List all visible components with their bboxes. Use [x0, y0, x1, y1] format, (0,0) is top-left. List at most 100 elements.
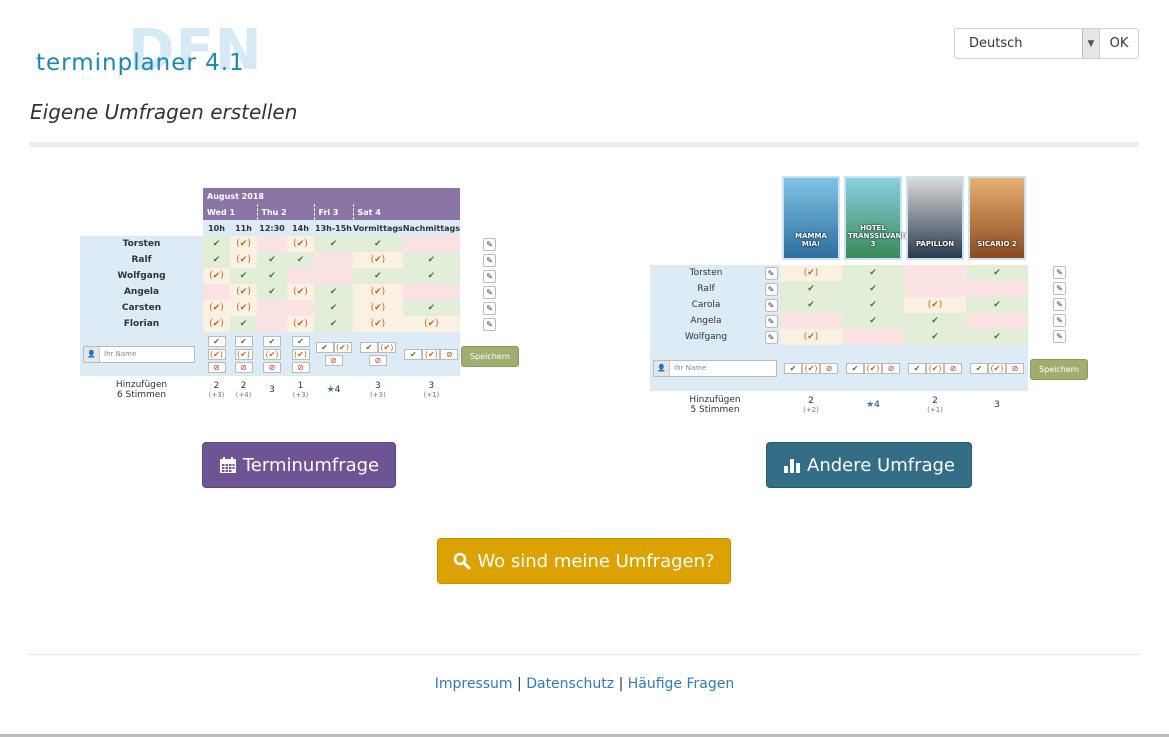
day-header: Thu 2 — [256, 204, 314, 220]
no-option[interactable]: ⊘ — [944, 362, 962, 374]
vote-cell: ✔ — [257, 268, 287, 284]
yes-option[interactable]: ✔ — [207, 335, 226, 347]
maybe-option[interactable]: (✔) — [422, 348, 441, 360]
maybe-option[interactable]: (✔) — [263, 348, 281, 360]
new-entry-row: 👤 Ihr Name ✔(✔)⊘ ✔(✔)⊘ ✔(✔)⊘ ✔(✔)⊘ ✔ (✔)⊘ ✔ (✔)⊘ ✔… — [80, 332, 460, 376]
column-sum: 3 (+1) — [403, 376, 460, 400]
vote-cell: (✔) — [353, 300, 403, 316]
participant-row: Torsten ✔ (✔) (✔) ✔ ✔ — [80, 236, 460, 252]
maybe-option[interactable]: (✔) — [988, 362, 1006, 374]
participant-name: Carola — [650, 297, 762, 313]
sum-value: 3 — [966, 400, 1028, 410]
sum-number: 3 — [428, 381, 435, 391]
edit-icon[interactable]: ✎ — [1053, 298, 1066, 311]
vote-cell: ✔ — [314, 236, 353, 252]
edit-icon[interactable]: ✎ — [764, 298, 778, 312]
language-select[interactable]: Deutsch ▼ — [954, 28, 1100, 59]
yes-option[interactable]: ✔ — [291, 335, 310, 347]
add-label: Hinzufügen 5 Stimmen — [650, 391, 780, 415]
participant-name: Florian — [80, 316, 203, 332]
logo[interactable]: DFN terminplaner 4.1 — [36, 18, 262, 83]
no-option[interactable]: ⊘ — [291, 361, 310, 373]
yes-option[interactable]: ✔ — [315, 342, 334, 353]
maybe-option[interactable]: (✔) — [234, 348, 253, 360]
no-option[interactable]: ⊘ — [882, 362, 900, 374]
maybe-option[interactable]: (✔) — [333, 342, 352, 353]
yes-option[interactable]: ✔ — [404, 348, 423, 360]
sum-value: 2 — [203, 381, 230, 391]
no-option[interactable]: ⊘ — [263, 361, 281, 373]
page-title: Eigene Umfragen erstellen — [30, 100, 298, 124]
terminumfrage-button[interactable]: Terminumfrage — [202, 442, 396, 488]
edit-icon[interactable]: ✎ — [1053, 330, 1066, 343]
speichern-button[interactable]: Speichern — [461, 346, 519, 367]
no-option[interactable]: ⊘ — [440, 348, 459, 360]
datenschutz-link[interactable]: Datenschutz — [526, 676, 614, 692]
yes-option[interactable]: ✔ — [784, 362, 802, 374]
maybe-option[interactable]: (✔) — [207, 348, 226, 360]
edit-icon[interactable]: ✎ — [483, 254, 496, 267]
yes-option[interactable]: ✔ — [908, 362, 926, 374]
haeufige-fragen-link[interactable]: Häufige Fragen — [628, 676, 735, 692]
vote-cell: ✔ — [353, 236, 403, 252]
maybe-option[interactable]: (✔) — [802, 362, 820, 374]
participant-name: Angela — [650, 313, 762, 329]
vote-cell: (✔) — [287, 284, 314, 300]
maybe-option[interactable]: (✔) — [864, 362, 882, 374]
grid-day-row: Wed 1 Thu 2 Fri 3 Sat 4 — [80, 204, 460, 220]
name-input-cell: 👤 Ihr Name — [650, 345, 780, 391]
no-option[interactable]: ⊘ — [324, 355, 343, 366]
edit-icon[interactable]: ✎ — [1053, 266, 1066, 279]
sum-value: 2 — [230, 381, 257, 391]
andere-umfrage-button[interactable]: Andere Umfrage — [766, 442, 972, 488]
chevron-down-icon[interactable]: ▼ — [1082, 29, 1099, 58]
vote-cell — [314, 252, 353, 268]
edit-icon[interactable]: ✎ — [1053, 314, 1066, 327]
participant-row: Wolfgang (✔) ✔ ✔ ✔ ✔ — [80, 268, 460, 284]
maybe-option[interactable]: (✔) — [377, 342, 396, 353]
edit-icon[interactable]: ✎ — [764, 330, 778, 344]
edit-icon[interactable]: ✎ — [1053, 282, 1066, 295]
vote-options: ✔(✔) ⊘ — [353, 332, 403, 376]
yes-option[interactable]: ✔ — [263, 335, 281, 347]
no-option[interactable]: ⊘ — [1006, 362, 1024, 374]
yes-option[interactable]: ✔ — [846, 362, 864, 374]
name-input[interactable]: 👤 Ihr Name — [83, 345, 195, 363]
language-ok-button[interactable]: OK — [1100, 28, 1139, 59]
maybe-option[interactable]: (✔) — [291, 348, 310, 360]
edit-icon[interactable]: ✎ — [483, 286, 496, 299]
yes-option[interactable]: ✔ — [359, 342, 378, 353]
edit-icon[interactable]: ✎ — [483, 238, 496, 251]
user-icon: 👤 — [84, 346, 100, 362]
participant-row: Ralf ✎ ✔ ✔ — [650, 281, 1028, 297]
sum-number: 2 — [932, 396, 938, 406]
vote-cell: ✔ — [966, 297, 1028, 313]
grid-corner — [80, 188, 203, 204]
no-option[interactable]: ⊘ — [234, 361, 253, 373]
no-option[interactable]: ⊘ — [368, 355, 387, 366]
sum-value: 3 — [403, 381, 460, 391]
edit-icon[interactable]: ✎ — [483, 270, 496, 283]
edit-icon[interactable]: ✎ — [483, 302, 496, 315]
yes-option[interactable]: ✔ — [970, 362, 988, 374]
wo-sind-meine-umfragen-button[interactable]: Wo sind meine Umfragen? — [437, 538, 731, 584]
grid-header-row: August 2018 — [80, 188, 460, 204]
participant-name: Torsten — [80, 236, 203, 252]
maybe-option[interactable]: (✔) — [926, 362, 944, 374]
edit-icon[interactable]: ✎ — [764, 314, 778, 328]
name-placeholder: Ihr Name — [104, 350, 137, 358]
termin-grid: August 2018 Wed 1 Thu 2 Fri 3 Sat 4 10h 11h 12:… — [80, 188, 460, 400]
yes-option[interactable]: ✔ — [234, 335, 253, 347]
vote-options: ✔(✔)⊘ — [780, 345, 842, 391]
edit-icon[interactable]: ✎ — [483, 318, 496, 331]
edit-icon[interactable]: ✎ — [764, 266, 778, 280]
no-option[interactable]: ⊘ — [820, 362, 838, 374]
no-option[interactable]: ⊘ — [207, 361, 226, 373]
grid-corner — [80, 204, 203, 220]
impressum-link[interactable]: Impressum — [435, 676, 513, 692]
name-input[interactable]: 👤 Ihr Name — [653, 359, 777, 377]
edit-icon[interactable]: ✎ — [764, 282, 778, 296]
divider — [29, 142, 1139, 147]
star-icon: ★ — [866, 400, 875, 410]
speichern-button[interactable]: Speichern — [1030, 359, 1088, 380]
